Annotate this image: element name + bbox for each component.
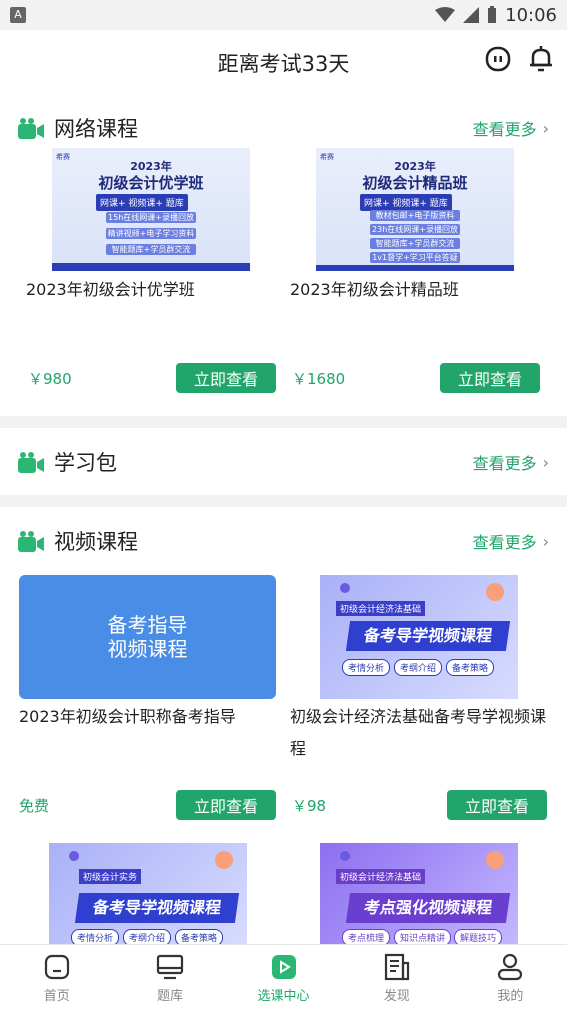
course-thumbnail[interactable]: 希赛 2023年 初级会计精品班 网课+ 视频课+ 题库 教材包邮+电子版资料 … xyxy=(316,148,514,271)
course-thumbnail[interactable]: 希赛 2023年 初级会计优学班 网课+ 视频课+ 题库 15h在线网课+录播回… xyxy=(52,148,250,271)
course-title[interactable]: 2023年初级会计优学班 xyxy=(26,274,195,306)
app-notification-icon: A xyxy=(10,7,26,23)
home-icon xyxy=(44,954,69,980)
course-price: 免费 xyxy=(19,797,50,815)
status-bar: A 10:06 xyxy=(0,0,567,30)
video-camera-icon xyxy=(18,452,44,473)
wifi-icon xyxy=(435,7,456,22)
section-title: 学习包 xyxy=(54,451,117,475)
chat-bubble-icon[interactable] xyxy=(485,46,511,72)
course-thumbnail[interactable]: 初级会计实务 备考导学视频课程 考情分析 考纲介绍 备考策略 xyxy=(49,843,247,944)
tab-course-center[interactable]: 选课中心 xyxy=(227,945,340,1009)
course-thumbnail[interactable]: 初级会计经济法基础 考点强化视频课程 考点梳理 知识点精讲 解题技巧 xyxy=(320,843,518,944)
section-divider xyxy=(0,495,567,507)
chevron-right-icon: › xyxy=(542,118,549,138)
course-price: ￥1680 xyxy=(292,370,346,388)
battery-icon xyxy=(488,6,497,23)
course-title[interactable]: 2023年初级会计精品班 xyxy=(290,274,459,306)
course-title[interactable]: 初级会计经济法基础备考导学视频课程 xyxy=(290,701,550,765)
chevron-right-icon: › xyxy=(542,531,549,551)
view-now-button[interactable]: 立即查看 xyxy=(440,363,540,393)
section-divider xyxy=(0,416,567,428)
course-thumbnail[interactable]: 备考指导 视频课程 xyxy=(19,575,276,699)
bell-icon[interactable] xyxy=(529,46,553,72)
course-thumbnail[interactable]: 初级会计经济法基础 备考导学视频课程 考情分析 考纲介绍 备考策略 xyxy=(320,575,518,699)
course-price: ￥98 xyxy=(292,797,327,815)
section-video-courses: 视频课程 查看更多 › xyxy=(0,516,567,566)
tab-mine[interactable]: 我的 xyxy=(454,945,567,1009)
section-title: 视频课程 xyxy=(54,530,138,554)
view-now-button[interactable]: 立即查看 xyxy=(176,790,276,820)
video-camera-icon xyxy=(18,531,44,552)
see-more-online-link[interactable]: 查看更多 › xyxy=(473,116,549,140)
monitor-icon xyxy=(157,954,184,980)
signal-icon xyxy=(463,7,480,23)
section-study-package: 学习包 查看更多 › xyxy=(0,437,567,487)
tab-question-bank[interactable]: 题库 xyxy=(113,945,226,1009)
person-icon xyxy=(498,953,523,981)
play-icon xyxy=(271,955,296,979)
course-price: ￥980 xyxy=(28,370,72,388)
tab-home[interactable]: 首页 xyxy=(0,945,113,1009)
top-header: 距离考试33天 xyxy=(0,30,567,96)
section-title: 网络课程 xyxy=(54,117,138,141)
page-title: 距离考试33天 xyxy=(217,52,350,76)
see-more-package-link[interactable]: 查看更多 › xyxy=(473,450,549,474)
news-icon xyxy=(384,953,410,981)
chevron-right-icon: › xyxy=(542,452,549,472)
status-time: 10:06 xyxy=(505,4,557,26)
tab-discover[interactable]: 发现 xyxy=(340,945,453,1009)
section-online-courses: 网络课程 查看更多 › xyxy=(0,103,567,153)
video-camera-icon xyxy=(18,118,44,139)
bottom-tab-bar: 首页 题库 选课中心 发现 我的 xyxy=(0,944,567,1009)
course-title[interactable]: 2023年初级会计职称备考指导 xyxy=(19,701,236,733)
view-now-button[interactable]: 立即查看 xyxy=(176,363,276,393)
see-more-video-link[interactable]: 查看更多 › xyxy=(473,529,549,553)
view-now-button[interactable]: 立即查看 xyxy=(447,790,547,820)
